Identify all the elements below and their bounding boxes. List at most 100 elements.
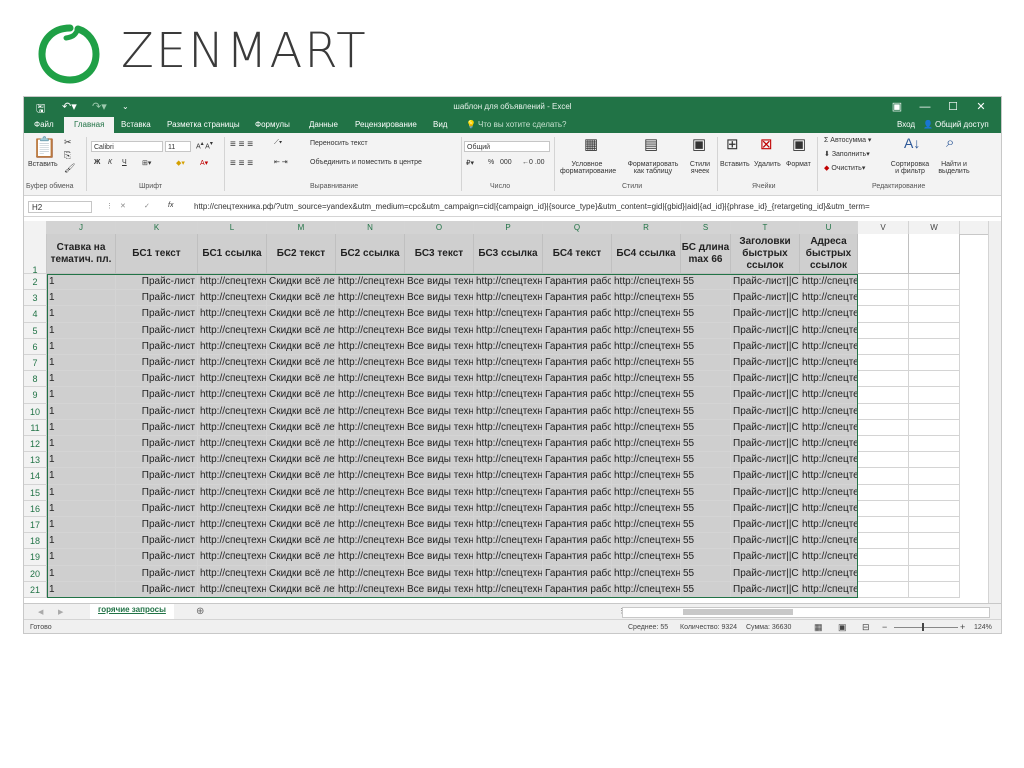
tab-view[interactable]: Вид: [433, 120, 447, 129]
cancel-icon[interactable]: ✕: [120, 202, 126, 210]
formula-input[interactable]: http://спецтехника.рф/?utm_source=yandex…: [194, 202, 870, 211]
page-layout-view-icon[interactable]: ▣: [838, 622, 847, 633]
indent-icon[interactable]: ⇤ ⇥: [274, 158, 288, 166]
header-cell[interactable]: БС4 текст: [543, 234, 612, 274]
table-cell[interactable]: [909, 338, 960, 355]
cell-styles-button[interactable]: Стили ячеек: [686, 161, 714, 175]
table-cell[interactable]: [858, 500, 909, 517]
minimize-icon[interactable]: —: [911, 101, 939, 113]
table-cell[interactable]: [858, 387, 909, 404]
column-header[interactable]: V: [858, 221, 909, 234]
column-header[interactable]: T: [731, 221, 800, 234]
zoom-slider-thumb[interactable]: [922, 623, 924, 631]
column-header[interactable]: N: [336, 221, 405, 234]
column-header[interactable]: W: [909, 221, 960, 234]
zoom-in-icon[interactable]: +: [960, 622, 965, 632]
row-header[interactable]: 15: [24, 484, 47, 501]
table-cell[interactable]: [858, 338, 909, 355]
zoom-slider[interactable]: [894, 627, 958, 628]
format-cells-icon[interactable]: ▣: [792, 135, 806, 153]
add-sheet-icon[interactable]: ⊕: [196, 606, 204, 617]
paste-icon[interactable]: 📋: [32, 135, 57, 160]
table-cell[interactable]: [909, 355, 960, 372]
table-cell[interactable]: [858, 468, 909, 485]
row-header[interactable]: 21: [24, 581, 47, 598]
conditional-format-button[interactable]: Условное форматирование: [560, 161, 616, 175]
tab-insert[interactable]: Вставка: [121, 120, 151, 129]
row-header[interactable]: 12: [24, 436, 47, 453]
header-cell[interactable]: БС3 ссылка: [474, 234, 543, 274]
row-header[interactable]: 3: [24, 290, 47, 307]
percent-button[interactable]: %: [488, 159, 494, 166]
delete-cells-icon[interactable]: ⊠: [760, 135, 773, 153]
italic-button[interactable]: К: [108, 159, 112, 166]
table-cell[interactable]: [909, 274, 960, 291]
row-header[interactable]: 14: [24, 468, 47, 485]
column-header[interactable]: K: [116, 221, 198, 234]
column-header[interactable]: R: [612, 221, 681, 234]
delete-cells-button[interactable]: Удалить: [754, 161, 781, 168]
align-top-icon[interactable]: ≡ ≡ ≡: [230, 139, 253, 150]
row-header[interactable]: 4: [24, 306, 47, 323]
tab-page-layout[interactable]: Разметка страницы: [167, 120, 240, 129]
font-grow-icon[interactable]: A▴ A▾: [196, 141, 213, 150]
table-cell[interactable]: [858, 436, 909, 453]
column-header[interactable]: U: [800, 221, 858, 234]
sort-filter-button[interactable]: Сортировка и фильтр: [888, 161, 932, 175]
wrap-text-button[interactable]: Переносить текст: [310, 140, 368, 147]
row-header[interactable]: 7: [24, 355, 47, 372]
column-header[interactable]: J: [47, 221, 116, 234]
share-button[interactable]: Общий доступ: [935, 120, 989, 129]
table-cell[interactable]: [858, 565, 909, 582]
row-header[interactable]: 8: [24, 371, 47, 388]
horizontal-scrollbar[interactable]: [622, 607, 990, 618]
font-size-select[interactable]: 11: [165, 141, 191, 152]
column-header[interactable]: O: [405, 221, 474, 234]
decimal-icon[interactable]: ←0 .00: [522, 159, 545, 166]
merge-center-button[interactable]: Объединить и поместить в центре: [310, 159, 422, 166]
table-cell[interactable]: [858, 533, 909, 550]
zoom-out-icon[interactable]: −: [882, 622, 887, 632]
table-cell[interactable]: [858, 419, 909, 436]
maximize-icon[interactable]: ☐: [939, 100, 967, 113]
autosum-button[interactable]: Σ Автосумма ▾: [824, 136, 871, 144]
row-header[interactable]: 10: [24, 403, 47, 420]
table-cell[interactable]: [858, 371, 909, 388]
fill-color-icon[interactable]: ◆▾: [176, 159, 185, 167]
table-cell[interactable]: [909, 517, 960, 534]
header-cell[interactable]: БС2 текст: [267, 234, 336, 274]
prev-sheet-icon[interactable]: ◀: [38, 608, 43, 616]
cell-styles-icon[interactable]: ▣: [692, 135, 706, 153]
table-cell[interactable]: [909, 403, 960, 420]
header-cell[interactable]: [858, 234, 909, 274]
table-cell[interactable]: [858, 290, 909, 307]
table-cell[interactable]: [858, 274, 909, 291]
table-cell[interactable]: [909, 322, 960, 339]
table-cell[interactable]: [858, 484, 909, 501]
insert-cells-icon[interactable]: ⊞: [726, 135, 739, 153]
table-cell[interactable]: [909, 290, 960, 307]
table-cell[interactable]: [858, 322, 909, 339]
number-format-select[interactable]: Общий: [464, 141, 550, 152]
insert-function-icon[interactable]: fx: [168, 202, 173, 209]
column-header[interactable]: Q: [543, 221, 612, 234]
clear-button[interactable]: ◆ Очистить▾: [824, 164, 865, 172]
table-cell[interactable]: [858, 517, 909, 534]
row-header[interactable]: 17: [24, 517, 47, 534]
row-header[interactable]: 5: [24, 322, 47, 339]
table-cell[interactable]: [858, 581, 909, 598]
tab-formulas[interactable]: Формулы: [255, 120, 290, 129]
signin-link[interactable]: Вход: [897, 120, 915, 129]
table-cell[interactable]: [909, 533, 960, 550]
vertical-scrollbar[interactable]: [988, 221, 1001, 603]
borders-icon[interactable]: ⊞▾: [142, 159, 151, 167]
header-cell[interactable]: Адреса быстрых ссылок: [800, 234, 858, 274]
align-left-icon[interactable]: ≡ ≡ ≡: [230, 158, 253, 169]
table-cell[interactable]: [909, 436, 960, 453]
column-header[interactable]: S: [681, 221, 731, 234]
zoom-level[interactable]: 124%: [974, 624, 992, 631]
row-header[interactable]: 9: [24, 387, 47, 404]
fill-button[interactable]: ⬇ Заполнить▾: [824, 150, 870, 158]
row-header[interactable]: 6: [24, 338, 47, 355]
close-icon[interactable]: ✕: [967, 100, 995, 113]
